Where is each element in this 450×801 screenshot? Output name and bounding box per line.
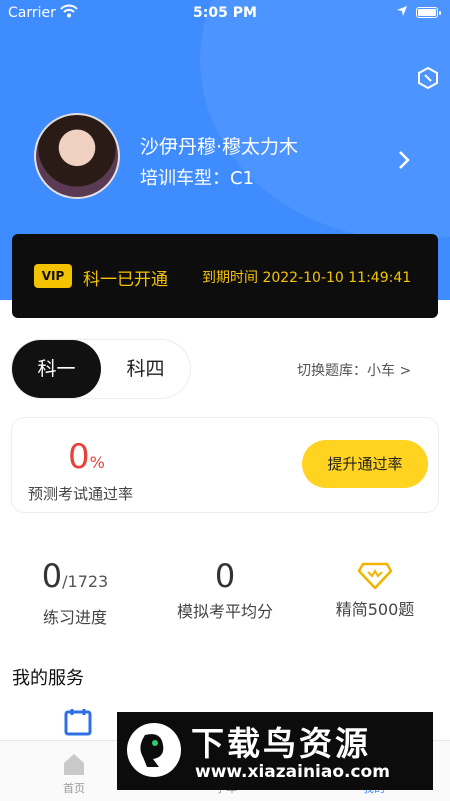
pass-rate-unit: %: [89, 453, 105, 472]
watermark-title: 下载鸟资源: [191, 724, 371, 763]
settings-icon[interactable]: [416, 66, 440, 90]
my-services-title: 我的服务: [12, 668, 84, 689]
practice-progress[interactable]: 0/1723 练习进度: [0, 556, 150, 628]
watermark-banner: 下载鸟资源 www.xiazainiao.com: [117, 712, 433, 790]
tab-home[interactable]: 首页: [18, 741, 130, 801]
subject-switch: 科一 科四: [12, 340, 190, 398]
pass-rate-value: 0%: [68, 437, 105, 477]
user-name: 沙伊丹穆·穆太力木: [140, 136, 299, 158]
watermark-logo-icon: [127, 723, 181, 777]
clock: 5:05 PM: [193, 5, 257, 21]
header-decoration: [200, 0, 450, 240]
pass-rate-label: 预测考试通过率: [28, 485, 134, 503]
watermark-url: www.xiazainiao.com: [195, 762, 390, 782]
pass-rate-number: 0: [68, 437, 90, 477]
mock-exam-average-label: 模拟考平均分: [176, 602, 273, 621]
switch-question-bank[interactable]: 切换题库：小车 >: [297, 360, 411, 380]
practice-progress-label: 练习进度: [42, 608, 107, 627]
chevron-right-icon[interactable]: [394, 148, 414, 172]
pass-rate-card: 0% 预测考试通过率 提升通过率: [12, 418, 438, 512]
vip-expire-date: 到期时间 2022-10-10 11:49:41: [202, 270, 412, 286]
condensed-500-questions[interactable]: 精简500题: [300, 556, 450, 620]
calendar-icon[interactable]: [64, 708, 92, 736]
battery-icon: [416, 7, 441, 18]
vip-card[interactable]: VIP 科一已开通 到期时间 2022-10-10 11:49:41: [12, 234, 438, 318]
vip-badge: VIP: [34, 264, 72, 288]
boost-pass-rate-button[interactable]: 提升通过率: [302, 440, 428, 488]
status-bar: Carrier 5:05 PM: [0, 0, 450, 26]
location-arrow-icon: [397, 6, 407, 16]
tab-home-label: 首页: [63, 782, 85, 795]
practice-progress-total: /1723: [62, 572, 109, 591]
diamond-icon: [357, 562, 393, 590]
mock-exam-average[interactable]: 0 模拟考平均分: [150, 556, 300, 622]
mock-exam-average-value: 0: [214, 557, 236, 595]
car-type-label: 培训车型：C1: [140, 168, 255, 189]
condensed-500-label: 精简500题: [335, 600, 415, 619]
home-icon: [64, 754, 84, 775]
tab-subject-1[interactable]: 科一: [12, 340, 101, 398]
avatar[interactable]: [34, 113, 120, 199]
practice-progress-count: 0: [41, 557, 63, 595]
vip-status: 科一已开通: [83, 270, 168, 290]
practice-progress-value: 0/1723: [0, 556, 150, 602]
tab-subject-4[interactable]: 科四: [101, 340, 190, 398]
